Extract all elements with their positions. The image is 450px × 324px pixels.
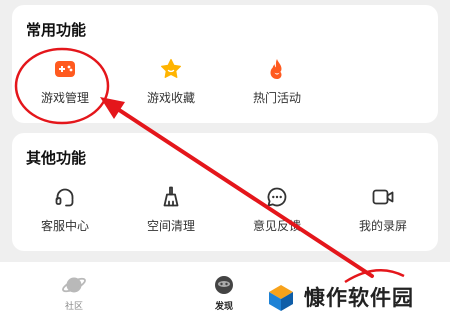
chat-bubble-icon: [267, 187, 287, 207]
gamepad-icon: [55, 61, 75, 77]
hot-events-button[interactable]: 热门活动: [232, 57, 322, 113]
space-cleanup-button[interactable]: 空间清理: [126, 185, 216, 241]
tab-discover-label: 发现: [214, 302, 233, 312]
watermark-logo-icon: [269, 285, 293, 311]
other-functions-grid: 客服中心 空间清理 意见反馈 我的录屏: [12, 185, 438, 241]
tab-discover[interactable]: 发现: [184, 272, 264, 320]
common-functions-card: 常用功能 游戏管理 游戏收藏 热门活动: [12, 5, 438, 123]
my-recordings-label: 我的录屏: [358, 219, 407, 233]
watermark: 慷作软件园: [266, 282, 446, 316]
customer-service-label: 客服中心: [40, 219, 89, 233]
other-functions-card: 其他功能 客服中心 空间清理 意见反馈 我的录屏: [12, 133, 438, 251]
game-management-label: 游戏管理: [40, 91, 89, 105]
tab-community[interactable]: 社区: [34, 272, 114, 320]
common-functions-grid: 游戏管理 游戏收藏 热门活动: [12, 57, 438, 113]
common-functions-title: 常用功能: [26, 21, 87, 39]
video-camera-icon: [372, 189, 394, 205]
game-management-button[interactable]: 游戏管理: [20, 57, 110, 113]
feedback-label: 意见反馈: [252, 219, 301, 233]
game-favorites-button[interactable]: 游戏收藏: [126, 57, 216, 113]
headset-icon: [55, 188, 74, 207]
other-functions-title: 其他功能: [26, 149, 87, 167]
tab-community-label: 社区: [64, 302, 83, 312]
feedback-button[interactable]: 意见反馈: [232, 185, 322, 241]
my-recordings-button[interactable]: 我的录屏: [338, 185, 428, 241]
watermark-text: 慷作软件园: [304, 286, 414, 310]
flame-icon: [270, 59, 282, 79]
space-cleanup-label: 空间清理: [146, 219, 195, 233]
game-favorites-label: 游戏收藏: [146, 91, 195, 105]
broom-icon: [163, 186, 179, 207]
hot-events-label: 热门活动: [252, 91, 301, 105]
star-icon: [161, 58, 181, 78]
customer-service-button[interactable]: 客服中心: [20, 185, 110, 241]
discover-icon: [215, 276, 233, 294]
planet-icon: [62, 277, 86, 293]
